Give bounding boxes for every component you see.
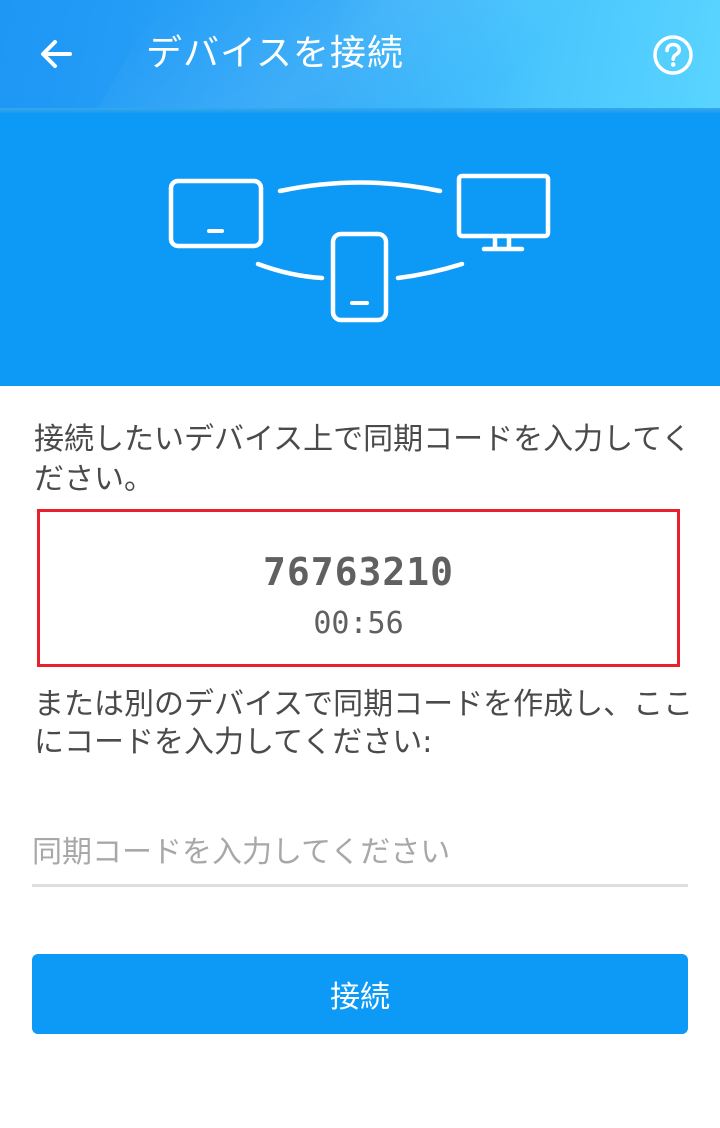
- app-bar: デバイスを接続: [0, 0, 720, 110]
- phone-icon: [330, 231, 389, 323]
- monitor-icon: [456, 173, 551, 252]
- devices-illustration-graphic: [168, 173, 551, 323]
- arrow-left-icon: [41, 40, 72, 68]
- connection-arc-top: [277, 180, 443, 194]
- connection-arc-left: [255, 261, 325, 281]
- instruction-text: 接続したいデバイス上で同期コードを入力してください。: [34, 422, 692, 497]
- connection-arc-right: [395, 261, 465, 281]
- devices-illustration: [0, 114, 720, 386]
- tablet-icon: [168, 178, 264, 249]
- back-button[interactable]: [28, 24, 84, 84]
- countdown-timer: 00:56: [313, 606, 404, 641]
- sync-code-box: 76763210 00:56: [37, 509, 680, 667]
- sync-code-input[interactable]: [32, 820, 688, 887]
- sync-code: 76763210: [262, 550, 455, 594]
- connect-button[interactable]: 接続: [32, 954, 688, 1034]
- help-button[interactable]: [648, 30, 698, 80]
- question-circle-icon: [653, 35, 693, 75]
- page-title: デバイスを接続: [146, 33, 404, 74]
- alt-instruction-text: または別のデバイスで同期コードを作成し、ここにコードを入力してください:: [34, 687, 694, 760]
